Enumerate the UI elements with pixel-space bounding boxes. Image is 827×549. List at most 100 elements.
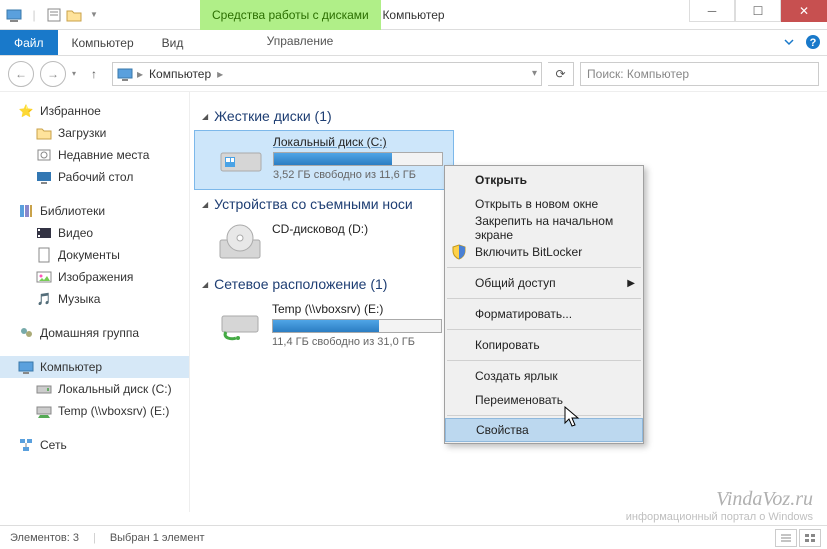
navigation-bar: ← → ▾ ↑ ▸ Компьютер ▸ ▾ ⟳ Поиск: Компьют… (0, 56, 827, 92)
menu-bitlocker[interactable]: Включить BitLocker (445, 240, 643, 264)
menu-rename[interactable]: Переименовать (445, 388, 643, 412)
svg-text:?: ? (810, 37, 817, 49)
maximize-button[interactable]: ☐ (735, 0, 781, 22)
drive-network-e[interactable]: Temp (\\vboxsrv) (E:) 11,4 ГБ свободно и… (194, 298, 454, 356)
ribbon-tab-file[interactable]: Файл (0, 30, 58, 55)
sidebar-item-label: Библиотеки (40, 204, 105, 218)
folder-icon[interactable] (66, 7, 82, 23)
sidebar-desktop[interactable]: Рабочий стол (0, 166, 189, 188)
menu-copy[interactable]: Копировать (445, 333, 643, 357)
sidebar-music[interactable]: 🎵 Музыка (0, 288, 189, 310)
menu-create-shortcut[interactable]: Создать ярлык (445, 364, 643, 388)
menu-share[interactable]: Общий доступ▶ (445, 271, 643, 295)
contextual-tab-header: Средства работы с дисками (200, 0, 381, 30)
computer-icon (6, 7, 22, 23)
navigation-pane: ⭐ Избранное Загрузки Недавние места Рабоч… (0, 92, 190, 512)
address-bar[interactable]: ▸ Компьютер ▸ ▾ (112, 62, 542, 86)
menu-separator (447, 298, 641, 299)
video-icon (36, 225, 52, 241)
ribbon: Файл Компьютер Вид Управление ? (0, 30, 827, 56)
images-icon (36, 269, 52, 285)
network-drive-icon (36, 403, 52, 419)
sidebar-downloads[interactable]: Загрузки (0, 122, 189, 144)
breadcrumb-separator-icon[interactable]: ▸ (217, 67, 223, 81)
watermark-brand: VindaVoz.ru (626, 488, 813, 511)
sidebar-favorites[interactable]: ⭐ Избранное (0, 100, 189, 122)
refresh-button[interactable]: ⟳ (548, 62, 574, 86)
close-button[interactable]: ✕ (781, 0, 827, 22)
minimize-button[interactable]: ─ (689, 0, 735, 22)
sidebar-item-label: Изображения (58, 270, 133, 284)
sidebar-libraries[interactable]: Библиотеки (0, 200, 189, 222)
sidebar-homegroup[interactable]: Домашняя группа (0, 322, 189, 344)
sidebar-computer[interactable]: Компьютер (0, 356, 189, 378)
sidebar-item-label: Документы (58, 248, 120, 262)
drive-label: Temp (\\vboxsrv) (E:) (272, 302, 442, 316)
quick-access-toolbar: | ▼ (0, 7, 102, 23)
sidebar-item-label: Temp (\\vboxsrv) (E:) (58, 404, 169, 418)
desktop-icon (36, 169, 52, 185)
drive-label: Локальный диск (C:) (273, 135, 443, 149)
drive-local-c[interactable]: Локальный диск (C:) 3,52 ГБ свободно из … (194, 130, 454, 190)
recent-dropdown-icon[interactable]: ▾ (72, 69, 76, 78)
ribbon-tab-manage[interactable]: Управление (200, 30, 400, 52)
status-separator: | (93, 532, 96, 544)
view-details-button[interactable] (775, 529, 797, 547)
menu-format[interactable]: Форматировать... (445, 302, 643, 326)
menu-properties[interactable]: Свойства (445, 418, 643, 442)
help-icon[interactable]: ? (805, 34, 821, 53)
cd-drive-icon (218, 222, 262, 262)
sidebar-item-label: Музыка (58, 292, 100, 306)
search-input[interactable]: Поиск: Компьютер (580, 62, 819, 86)
breadcrumb-computer[interactable]: Компьютер (147, 67, 213, 81)
titlebar: | ▼ Средства работы с дисками Компьютер … (0, 0, 827, 30)
menu-open[interactable]: Открыть (445, 168, 643, 192)
drive-icon (36, 381, 52, 397)
breadcrumb-separator-icon[interactable]: ▸ (137, 67, 143, 81)
folder-icon (36, 125, 52, 141)
status-bar: Элементов: 3 | Выбран 1 элемент (0, 525, 827, 549)
drive-icon (219, 135, 263, 175)
forward-button[interactable]: → (40, 61, 66, 87)
sidebar-documents[interactable]: Документы (0, 244, 189, 266)
sidebar-item-label: Видео (58, 226, 93, 240)
menu-separator (447, 415, 641, 416)
sidebar-item-label: Компьютер (40, 360, 102, 374)
menu-separator (447, 329, 641, 330)
qat-dropdown-icon[interactable]: ▼ (86, 7, 102, 23)
network-icon (18, 437, 34, 453)
sidebar-temp[interactable]: Temp (\\vboxsrv) (E:) (0, 400, 189, 422)
network-drive-icon (218, 302, 262, 342)
menu-label: Общий доступ (475, 276, 556, 290)
sidebar-item-label: Избранное (40, 104, 101, 118)
watermark-tagline: информационный портал о Windows (626, 511, 813, 523)
homegroup-icon (18, 325, 34, 341)
drive-label: CD-дисковод (D:) (272, 222, 368, 236)
sidebar-local-disk[interactable]: Локальный диск (C:) (0, 378, 189, 400)
group-header-hard-drives[interactable]: Жесткие диски (1) (194, 102, 823, 130)
status-selection: Выбран 1 элемент (110, 532, 205, 544)
ribbon-expand-icon[interactable] (783, 36, 795, 51)
star-icon: ⭐ (18, 103, 34, 119)
menu-pin-start[interactable]: Закрепить на начальном экране (445, 216, 643, 240)
sidebar-recent[interactable]: Недавние места (0, 144, 189, 166)
up-button[interactable]: ↑ (82, 62, 106, 86)
drive-cd-d[interactable]: CD-дисковод (D:) (194, 218, 454, 270)
sidebar-item-label: Локальный диск (C:) (58, 382, 172, 396)
view-thumbnails-button[interactable] (799, 529, 821, 547)
libraries-icon (18, 203, 34, 219)
sidebar-network[interactable]: Сеть (0, 434, 189, 456)
music-icon: 🎵 (36, 291, 52, 307)
ribbon-tab-view[interactable]: Вид (148, 30, 198, 55)
context-menu: Открыть Открыть в новом окне Закрепить н… (444, 165, 644, 444)
menu-open-new-window[interactable]: Открыть в новом окне (445, 192, 643, 216)
drive-usage-bar (273, 152, 443, 166)
back-button[interactable]: ← (8, 61, 34, 87)
properties-icon[interactable] (46, 7, 62, 23)
address-dropdown-icon[interactable]: ▾ (532, 68, 537, 79)
sidebar-images[interactable]: Изображения (0, 266, 189, 288)
window-title: Компьютер (382, 8, 444, 22)
ribbon-tab-computer[interactable]: Компьютер (58, 30, 148, 55)
sidebar-video[interactable]: Видео (0, 222, 189, 244)
documents-icon (36, 247, 52, 263)
